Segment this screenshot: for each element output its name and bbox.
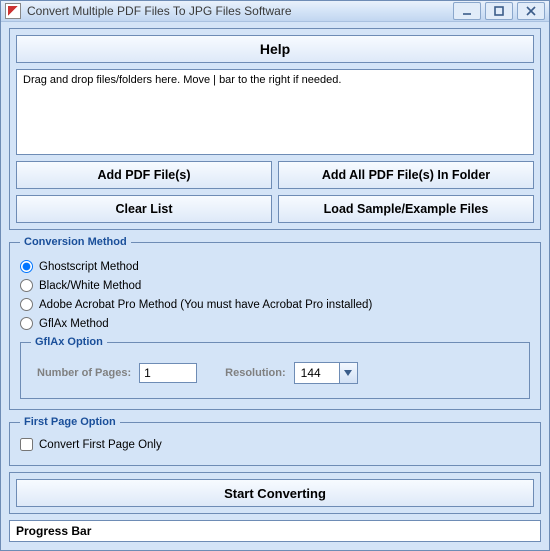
- convert-first-page-label: Convert First Page Only: [39, 439, 162, 451]
- convert-first-page-checkbox[interactable]: [20, 438, 33, 451]
- resolution-value: 144: [295, 363, 339, 383]
- maximize-button[interactable]: [485, 2, 513, 20]
- radio-bw[interactable]: Black/White Method: [20, 279, 530, 292]
- radio-gflax-input[interactable]: [20, 317, 33, 330]
- radio-bw-input[interactable]: [20, 279, 33, 292]
- radio-ghostscript-input[interactable]: [20, 260, 33, 273]
- minimize-button[interactable]: [453, 2, 481, 20]
- app-icon: [5, 3, 21, 19]
- drop-hint-text: Drag and drop files/folders here. Move |…: [23, 74, 341, 86]
- num-pages-label: Number of Pages:: [37, 367, 131, 379]
- add-pdf-button[interactable]: Add PDF File(s): [16, 161, 272, 189]
- radio-ghostscript[interactable]: Ghostscript Method: [20, 260, 530, 273]
- convert-first-page-row[interactable]: Convert First Page Only: [20, 434, 530, 455]
- app-window: Convert Multiple PDF Files To JPG Files …: [0, 0, 550, 551]
- first-page-option-legend: First Page Option: [20, 416, 120, 428]
- progress-bar: Progress Bar: [9, 520, 541, 542]
- window-title: Convert Multiple PDF Files To JPG Files …: [25, 4, 449, 18]
- radio-acrobat-label: Adobe Acrobat Pro Method (You must have …: [39, 299, 372, 311]
- first-page-option-group: First Page Option Convert First Page Onl…: [9, 416, 541, 466]
- conversion-method-group: Conversion Method Ghostscript Method Bla…: [9, 236, 541, 410]
- radio-bw-label: Black/White Method: [39, 280, 141, 292]
- radio-gflax[interactable]: GflAx Method: [20, 317, 530, 330]
- content-area: Help Drag and drop files/folders here. M…: [1, 22, 549, 550]
- add-all-pdf-button[interactable]: Add All PDF File(s) In Folder: [278, 161, 534, 189]
- gflax-option-legend: GflAx Option: [31, 336, 107, 348]
- clear-list-button[interactable]: Clear List: [16, 195, 272, 223]
- gflax-option-group: GflAx Option Number of Pages: Resolution…: [20, 336, 530, 399]
- chevron-down-icon[interactable]: [339, 363, 357, 383]
- num-pages-input[interactable]: [139, 363, 197, 383]
- close-button[interactable]: [517, 2, 545, 20]
- conversion-method-legend: Conversion Method: [20, 236, 131, 248]
- radio-acrobat-input[interactable]: [20, 298, 33, 311]
- radio-ghostscript-label: Ghostscript Method: [39, 261, 139, 273]
- start-panel: Start Converting: [9, 472, 541, 514]
- title-bar: Convert Multiple PDF Files To JPG Files …: [1, 1, 549, 22]
- resolution-label: Resolution:: [225, 367, 286, 379]
- load-sample-button[interactable]: Load Sample/Example Files: [278, 195, 534, 223]
- radio-acrobat[interactable]: Adobe Acrobat Pro Method (You must have …: [20, 298, 530, 311]
- top-panel: Help Drag and drop files/folders here. M…: [9, 28, 541, 230]
- resolution-combo[interactable]: 144: [294, 362, 358, 384]
- start-converting-button[interactable]: Start Converting: [16, 479, 534, 507]
- file-drop-area[interactable]: Drag and drop files/folders here. Move |…: [16, 69, 534, 155]
- radio-gflax-label: GflAx Method: [39, 318, 109, 330]
- help-button[interactable]: Help: [16, 35, 534, 63]
